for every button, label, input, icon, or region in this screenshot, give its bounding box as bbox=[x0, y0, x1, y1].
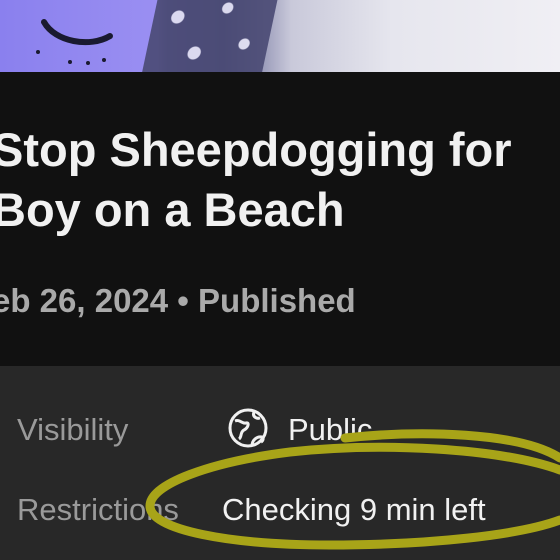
visibility-label: Visibility bbox=[17, 412, 129, 447]
video-title: Stop Sheepdogging for Boy on a Beach bbox=[0, 120, 560, 240]
globe-icon bbox=[228, 408, 268, 448]
restrictions-value[interactable]: Checking 9 min left bbox=[222, 492, 486, 528]
video-date-status: eb 26, 2024 • Published bbox=[0, 282, 356, 319]
restrictions-label: Restrictions bbox=[17, 492, 179, 527]
visibility-row[interactable]: Visibility Public bbox=[0, 404, 560, 454]
restrictions-row[interactable]: Restrictions Checking 9 min left bbox=[0, 484, 560, 534]
video-title-line1: Stop Sheepdogging for bbox=[0, 123, 512, 176]
thumbnail-pattern bbox=[140, 0, 280, 72]
video-thumbnail[interactable] bbox=[0, 0, 560, 72]
visibility-value[interactable]: Public bbox=[288, 412, 372, 448]
thumbnail-face-mark bbox=[36, 19, 113, 65]
video-title-line2: Boy on a Beach bbox=[0, 183, 345, 236]
